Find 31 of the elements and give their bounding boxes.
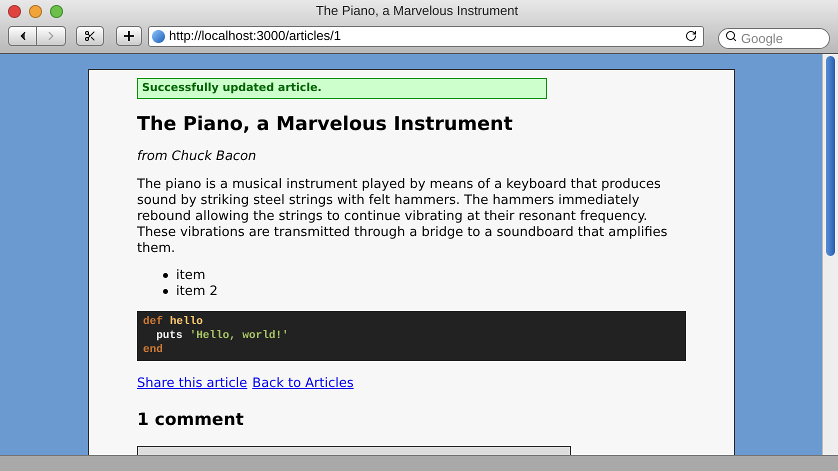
article-link[interactable]: Back to Articles — [252, 374, 354, 393]
zoom-icon[interactable] — [50, 4, 63, 18]
code-token: hello — [170, 314, 203, 328]
add-bookmark-button[interactable]: + — [116, 26, 142, 46]
snip-button[interactable] — [76, 26, 104, 46]
byline: from Chuck Bacon — [137, 148, 258, 166]
search-field[interactable]: Google — [718, 28, 830, 48]
flash-message: Successfully updated article. — [137, 78, 547, 98]
code-token: puts — [155, 328, 183, 342]
scrollbar[interactable] — [822, 54, 838, 455]
bullet-icon — [163, 289, 168, 294]
address-field[interactable]: http://localhost:3000/articles/1 — [148, 26, 704, 46]
scissors-icon — [84, 30, 96, 42]
forward-button[interactable] — [37, 26, 66, 46]
back-button[interactable] — [8, 26, 37, 46]
globe-icon — [152, 30, 165, 42]
list-item: item — [176, 268, 206, 284]
code-token: end — [143, 342, 163, 356]
bullet-icon — [163, 273, 168, 278]
code-token: 'Hello, world!' — [190, 328, 289, 342]
list-item: item 2 — [176, 284, 218, 300]
search-icon — [725, 30, 737, 42]
reload-icon[interactable] — [685, 30, 697, 42]
article-body: The piano is a musical instrument played by means of a keyboard that produces sound by striking steel strings with felt hammers. The hammers immediately rebound allowing the strings to continue vibrating at their resonant frequency. These vibrations are transmitted through a bridge to a soundboard that amplifies them. — [137, 176, 668, 256]
minimize-icon[interactable] — [29, 4, 42, 18]
window-title: The Piano, a Marvelous Instrument — [314, 2, 520, 20]
code-token: def — [143, 314, 163, 328]
article-heading: The Piano, a Marvelous Instrument — [137, 112, 514, 136]
close-icon[interactable] — [8, 4, 21, 18]
article-link[interactable]: Share this article — [137, 374, 248, 393]
comments-heading: 1 comment — [137, 409, 245, 432]
